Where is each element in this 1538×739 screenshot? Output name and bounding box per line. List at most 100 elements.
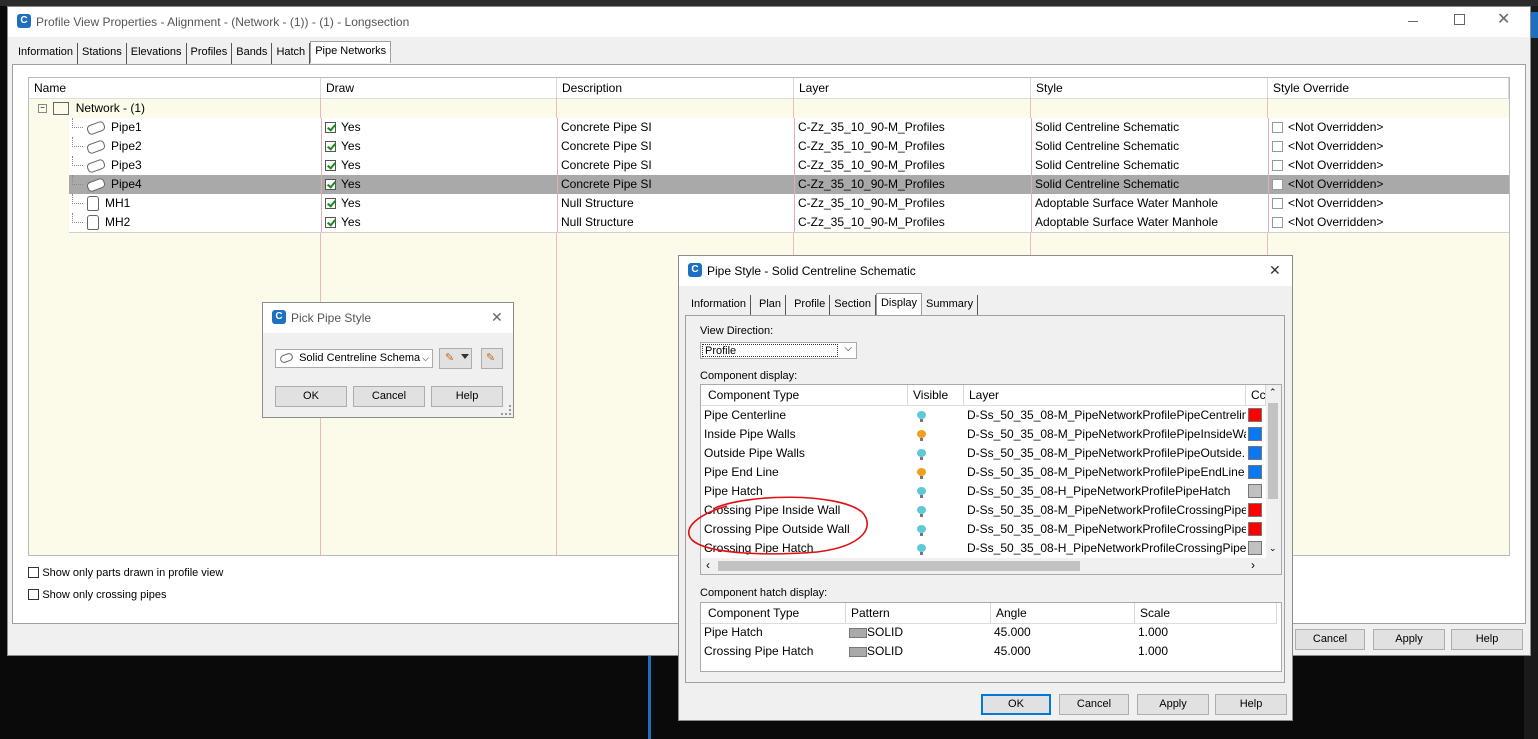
override-checkbox[interactable] [1272, 122, 1283, 134]
visible-cell[interactable] [908, 425, 964, 444]
col-description[interactable]: Description [557, 78, 794, 98]
maximize-icon[interactable] [1454, 14, 1465, 25]
draw-checkbox[interactable] [325, 217, 336, 229]
row-draw-cell[interactable]: Yes [321, 118, 557, 137]
style-apply-button[interactable]: Apply [1137, 694, 1209, 715]
row-override-cell[interactable]: <Not Overridden> [1268, 137, 1509, 156]
tab-profile[interactable]: Profile [790, 295, 831, 317]
profile-apply-button[interactable]: Apply [1373, 629, 1445, 650]
tab-summary[interactable]: Summary [922, 295, 979, 317]
scroll-right-icon[interactable]: › [1251, 558, 1255, 572]
col-pattern[interactable]: Pattern [846, 603, 991, 623]
override-checkbox[interactable] [1272, 198, 1283, 210]
close-icon[interactable]: ✕ [1497, 9, 1510, 29]
tab-bands[interactable]: Bands [232, 43, 273, 65]
color-swatch[interactable] [1248, 522, 1262, 536]
style-ok-button[interactable]: OK [981, 694, 1051, 715]
style-help-button[interactable]: Help [1215, 694, 1287, 715]
col-layer[interactable]: Layer [794, 78, 1031, 98]
scroll-down-icon[interactable]: ⌄ [1269, 543, 1277, 554]
scroll-left-icon[interactable]: ‹ [706, 558, 710, 572]
lightbulb-icon[interactable] [917, 468, 926, 479]
override-checkbox[interactable] [1272, 179, 1283, 191]
col-color[interactable]: Cc [1246, 385, 1266, 405]
row-draw-cell[interactable]: Yes [321, 175, 557, 194]
visible-cell[interactable] [908, 539, 964, 558]
view-direction-select[interactable]: Profile ⌵ [700, 342, 857, 359]
tab-information[interactable]: Information [687, 295, 752, 317]
col-component-type[interactable]: Component Type [701, 385, 908, 405]
lightbulb-icon[interactable] [917, 411, 926, 422]
visible-cell[interactable] [908, 444, 964, 463]
component-row[interactable]: Pipe End Line D-Ss_50_35_08-M_PipeNetwork… [701, 463, 1266, 482]
table-row[interactable]: MH1 Yes Null Structure C-Zz_35_10_90-M_Prof… [69, 194, 1509, 214]
color-swatch[interactable] [1248, 465, 1262, 479]
row-style-cell[interactable]: Solid Centreline Schematic [1031, 156, 1268, 175]
option-drawn-only[interactable]: Show only parts drawn in profile view [28, 565, 223, 579]
pick-cancel-button[interactable]: Cancel [353, 386, 425, 407]
lightbulb-icon[interactable] [917, 430, 926, 441]
hatch-row[interactable]: Crossing Pipe Hatch SOLID 45.000 1.000 [701, 642, 1277, 661]
hatch-scale[interactable]: 1.000 [1135, 623, 1277, 642]
tab-elevations[interactable]: Elevations [127, 43, 187, 65]
row-draw-cell[interactable]: Yes [321, 156, 557, 175]
pick-ok-button[interactable]: OK [275, 386, 347, 407]
row-draw-cell[interactable]: Yes [321, 194, 557, 213]
tab-display[interactable]: Display [875, 293, 923, 315]
chevron-down-icon[interactable]: ⌵ [422, 350, 429, 367]
horizontal-scrollbar[interactable]: ‹ › [701, 558, 1281, 574]
component-row[interactable]: Outside Pipe Walls D-Ss_50_35_08-M_PipeNe… [701, 444, 1266, 463]
lightbulb-icon[interactable] [917, 506, 926, 517]
tab-information[interactable]: Information [14, 43, 79, 65]
color-swatch[interactable] [1248, 484, 1262, 498]
lightbulb-icon[interactable] [917, 525, 926, 536]
col-layer[interactable]: Layer [964, 385, 1246, 405]
draw-checkbox[interactable] [325, 198, 336, 210]
tab-profiles[interactable]: Profiles [187, 43, 233, 65]
scroll-h-thumb[interactable] [718, 561, 1080, 571]
tab-pipe-networks[interactable]: Pipe Networks [310, 41, 392, 63]
option-crossing-only[interactable]: Show only crossing pipes [28, 587, 166, 601]
visible-cell[interactable] [908, 406, 964, 425]
col-name[interactable]: Name [29, 78, 321, 98]
tab-stations[interactable]: Stations [78, 43, 127, 65]
component-layer[interactable]: D-Ss_50_35_08-M_PipeNetworkProfilePipeIn… [964, 425, 1246, 444]
draw-checkbox[interactable] [325, 141, 336, 153]
tab-plan[interactable]: Plan [755, 295, 787, 317]
scroll-thumb[interactable] [1268, 403, 1278, 499]
component-row[interactable]: Inside Pipe Walls D-Ss_50_35_08-M_PipeNet… [701, 425, 1266, 444]
draw-checkbox[interactable] [325, 122, 336, 134]
row-override-cell[interactable]: <Not Overridden> [1268, 175, 1509, 194]
row-draw-cell[interactable]: Yes [321, 213, 557, 232]
component-layer[interactable]: D-Ss_50_35_08-H_PipeNetworkProfileCrossi… [964, 539, 1246, 558]
close-icon[interactable]: ✕ [1269, 262, 1281, 279]
component-row[interactable]: Pipe Centerline D-Ss_50_35_08-M_PipeNetwo… [701, 406, 1266, 425]
resize-grip-icon[interactable] [501, 405, 511, 415]
color-swatch[interactable] [1248, 408, 1262, 422]
chevron-down-icon[interactable]: ⌵ [844, 343, 852, 354]
table-row[interactable]: MH2 Yes Null Structure C-Zz_35_10_90-M_Prof… [69, 213, 1509, 233]
hatch-pattern[interactable]: SOLID [846, 642, 991, 661]
drawn-only-checkbox[interactable] [28, 567, 39, 579]
pick-style-from-drawing-button[interactable]: ✎ [481, 348, 503, 369]
col-draw[interactable]: Draw [321, 78, 557, 98]
row-style-cell[interactable]: Solid Centreline Schematic [1031, 137, 1268, 156]
row-override-cell[interactable]: <Not Overridden> [1268, 213, 1509, 232]
row-draw-cell[interactable]: Yes [321, 137, 557, 156]
col-hatch-component-type[interactable]: Component Type [701, 603, 846, 623]
row-style-cell[interactable]: Adoptable Surface Water Manhole [1031, 213, 1268, 232]
style-cancel-button[interactable]: Cancel [1059, 694, 1129, 715]
network-node-row[interactable]: − Network - (1) [29, 99, 1509, 118]
override-checkbox[interactable] [1272, 141, 1283, 153]
hatch-row[interactable]: Pipe Hatch SOLID 45.000 1.000 [701, 623, 1277, 642]
visible-cell[interactable] [908, 520, 964, 539]
pick-help-button[interactable]: Help [431, 386, 503, 407]
table-row[interactable]: Pipe2 Yes Concrete Pipe SI C-Zz_35_10_90-M_… [69, 137, 1509, 157]
edit-style-button[interactable]: ✎ [439, 348, 472, 369]
component-layer[interactable]: D-Ss_50_35_08-M_PipeNetworkProfileCrossi… [964, 520, 1246, 539]
table-row[interactable]: Pipe3 Yes Concrete Pipe SI C-Zz_35_10_90-M_… [69, 156, 1509, 176]
row-style-cell[interactable]: Solid Centreline Schematic [1031, 118, 1268, 137]
minimize-icon[interactable] [1408, 21, 1418, 22]
component-layer[interactable]: D-Ss_50_35_08-M_PipeNetworkProfilePipeCe… [964, 406, 1246, 425]
component-layer[interactable]: D-Ss_50_35_08-H_PipeNetworkProfilePipeHa… [964, 482, 1246, 501]
